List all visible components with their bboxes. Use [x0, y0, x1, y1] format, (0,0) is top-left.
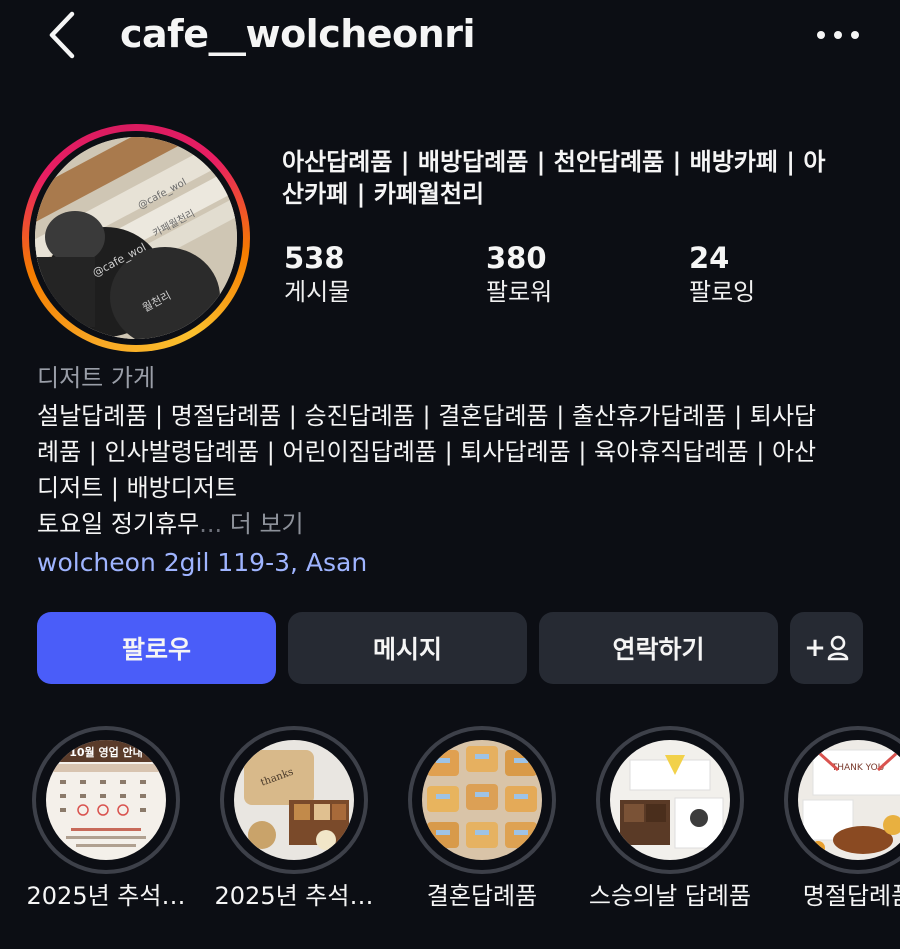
bio-line: 설날답례품 | 명절답례품 | 승진답례품 | 결혼답례품 | 출산휴가답례품 …: [37, 402, 817, 430]
follow-button[interactable]: 팔로우: [37, 612, 276, 684]
chevron-left-icon[interactable]: [40, 10, 90, 60]
add-user-plus: +: [804, 633, 826, 663]
person-add-icon: [827, 635, 849, 661]
profile-name-line: 산카페 | 카페월천리: [282, 180, 485, 208]
stat-following[interactable]: 24 팔로잉: [689, 240, 755, 308]
stat-followers-count: 380: [486, 241, 547, 275]
card-text: THANK YOU: [831, 763, 885, 773]
highlight-label: 2025년 추석…: [26, 882, 186, 910]
highlight-thumbnail: thanks: [234, 740, 354, 860]
more-link[interactable]: 더 보기: [230, 510, 304, 538]
top-bar: cafe__wolcheonri: [0, 0, 900, 72]
highlight-thumbnail: [422, 740, 542, 860]
contact-button[interactable]: 연락하기: [539, 612, 778, 684]
story-ring[interactable]: @cafe_wol 월천리 @cafe_wol 카페월천리: [22, 124, 250, 352]
highlight-label: 결혼답례품: [426, 882, 538, 910]
highlight-thumbnail: THANK YOU: [798, 740, 900, 860]
profile-name-line: 아산답례품 | 배방답례품 | 천안답례품 | 배방카페 | 아: [282, 148, 826, 176]
stat-following-count: 24: [689, 241, 730, 275]
bio-line: 례품 | 인사발령답례품 | 어린이집답례품 | 퇴사답례품 | 육아휴직답례품…: [37, 438, 817, 466]
profile-bio: 설날답례품 | 명절답례품 | 승진답례품 | 결혼답례품 | 출산휴가답례품 …: [37, 398, 877, 542]
profile-category: 디저트 가게: [37, 364, 156, 392]
address-link[interactable]: wolcheon 2gil 119-3, Asan: [37, 546, 367, 580]
bio-text: 토요일 정기휴무: [37, 510, 200, 538]
profile-username: cafe__wolcheonri: [120, 12, 476, 56]
more-horizontal-icon[interactable]: [808, 18, 868, 52]
avatar-photo: @cafe_wol 월천리 @cafe_wol 카페월천리: [35, 137, 237, 339]
profile-name: 아산답례품 | 배방답례품 | 천안답례품 | 배방카페 | 아 산카페 | 카…: [282, 146, 872, 210]
stat-posts-label: 게시물: [284, 278, 351, 306]
stat-followers-label: 팔로워: [486, 278, 553, 306]
bio-line-last: 토요일 정기휴무... 더 보기: [37, 506, 877, 542]
highlight-label: 스승의날 답례품: [588, 882, 752, 910]
stat-posts[interactable]: 538 게시물: [284, 240, 350, 308]
add-user-button[interactable]: +: [790, 612, 863, 684]
highlight-label: 2025년 추석…: [214, 882, 374, 910]
stat-followers[interactable]: 380 팔로워: [486, 240, 552, 308]
highlight-thumbnail: [610, 740, 730, 860]
bio-line: 디저트 | 배방디저트: [37, 474, 237, 502]
bio-ellipsis: ...: [199, 510, 223, 538]
stat-posts-count: 538: [284, 241, 345, 275]
highlight-label: 명절답례품: [802, 882, 900, 910]
avatar[interactable]: @cafe_wol 월천리 @cafe_wol 카페월천리: [35, 137, 237, 339]
message-button[interactable]: 메시지: [288, 612, 527, 684]
notice-title-text: 10월 영업 안내: [69, 745, 143, 759]
highlight-thumbnail: 10월 영업 안내: [46, 740, 166, 860]
stat-following-label: 팔로잉: [689, 278, 756, 306]
